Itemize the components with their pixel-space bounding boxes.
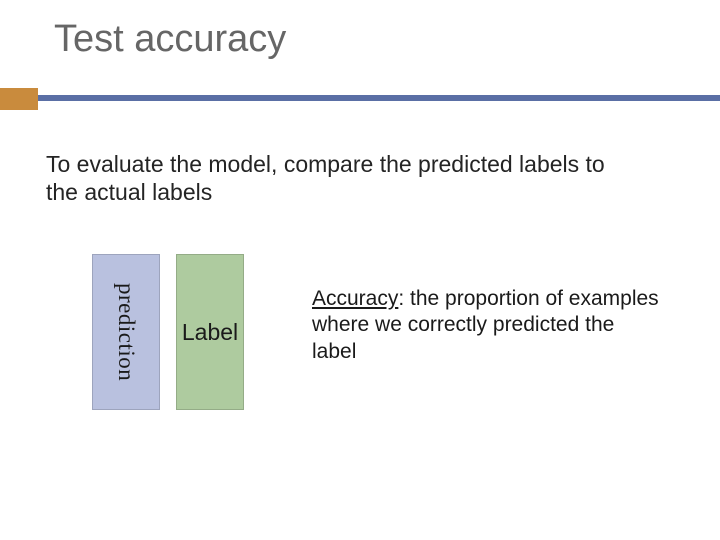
prediction-box-label: prediction (113, 283, 139, 381)
rule-accent (0, 88, 38, 110)
rule-line (38, 95, 720, 101)
definition-term: Accuracy (312, 287, 398, 310)
label-box-label: Label (182, 319, 238, 346)
slide-title: Test accuracy (54, 18, 286, 61)
intro-text: To evaluate the model, compare the predi… (46, 150, 636, 206)
accuracy-definition: Accuracy: the proportion of examples whe… (312, 286, 662, 365)
label-box: Label (176, 254, 244, 410)
prediction-box: prediction (92, 254, 160, 410)
title-rule (0, 88, 720, 110)
